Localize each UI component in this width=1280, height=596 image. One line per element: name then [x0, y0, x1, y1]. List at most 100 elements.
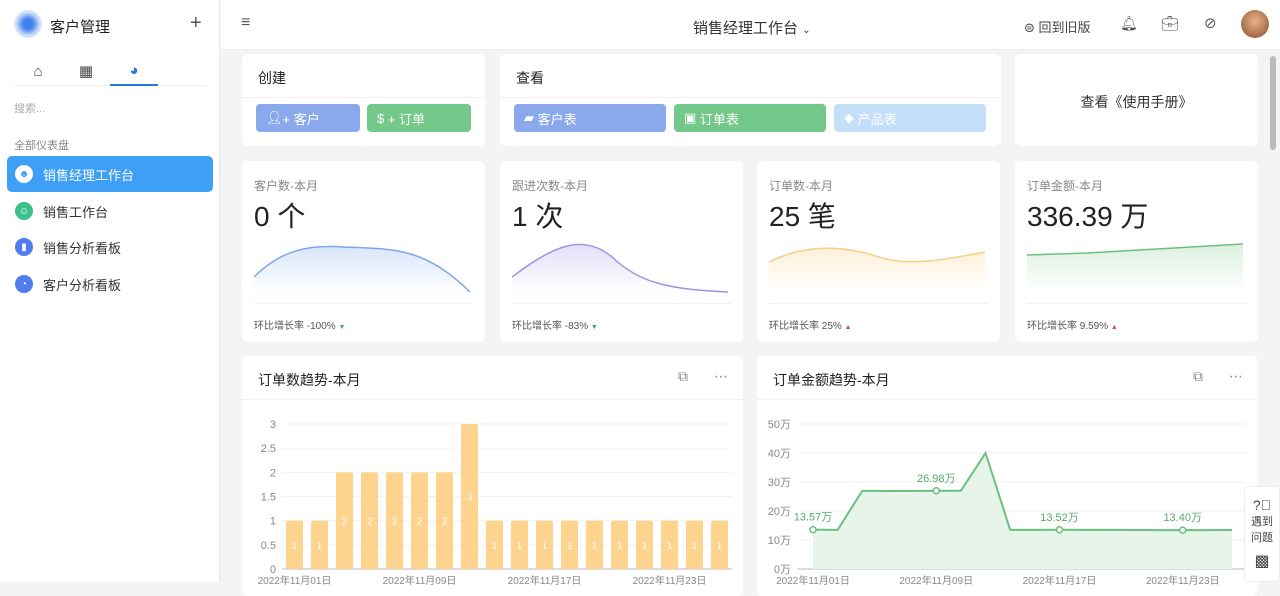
sidebar-item-sales[interactable]: ☺ 销售工作台: [7, 193, 213, 229]
y-tick-label: 50万: [768, 419, 791, 431]
data-label: 26.98万: [917, 473, 956, 485]
bar-label: 3: [467, 493, 473, 504]
create-order-button[interactable]: $ + 订单: [367, 104, 471, 132]
card-title: 查看: [516, 70, 544, 86]
app-name: 客户管理: [50, 19, 111, 36]
chevron-down-icon: ⌄: [802, 25, 811, 36]
stat-label: 跟进次数-本月: [512, 179, 588, 193]
growth-rate: 环比增长率 25% ▲: [769, 317, 852, 332]
smile-icon: ☺: [15, 202, 33, 220]
tab-table[interactable]: ▦: [62, 56, 110, 86]
compass-icon[interactable]: ⊘: [1204, 14, 1217, 32]
dashboard-title-dropdown[interactable]: 销售经理工作台 ⌄: [693, 17, 811, 38]
sparkline: [769, 247, 986, 293]
growth-text: 环比增长率 -100%: [254, 321, 336, 332]
button-label: 订单表: [699, 111, 739, 127]
create-customer-button[interactable]: 👤︎ + 客户: [256, 104, 360, 132]
y-tick-label: 0: [270, 564, 276, 576]
stat-card: 订单金额-本月 336.39 万 环比增长率 9.59% ▲: [1015, 161, 1258, 342]
bar-label: 1: [317, 541, 323, 552]
growth-rate: 环比增长率 9.59% ▲: [1027, 317, 1118, 332]
bell-icon[interactable]: 🔔︎: [1120, 15, 1138, 32]
briefcase-icon[interactable]: 💼︎: [1161, 15, 1179, 32]
sidebar-item-sales-analysis[interactable]: ▮ 销售分析看板: [7, 229, 213, 265]
bar-label: 1: [592, 541, 598, 552]
data-label: 13.52万: [1040, 512, 1079, 524]
x-tick-label: 2022年11月17日: [508, 574, 582, 587]
scrollbar[interactable]: [1270, 56, 1276, 150]
question-icon: ?⃝: [1252, 497, 1272, 513]
product-table-button[interactable]: ◆ 产品表: [834, 104, 986, 132]
sidebar-item-customer-analysis[interactable]: ◔ 客户分析看板: [7, 266, 213, 302]
bar-label: 1: [567, 541, 573, 552]
manual-link[interactable]: 查看《使用手册》: [1015, 92, 1258, 112]
sidebar: 客户管理 + ⌂ ▦ ◕ 搜索... 全部仪表盘 ☻ 销售经理工作台 ☺ 销售工作台…: [0, 0, 220, 582]
tag-icon: ◆: [844, 110, 858, 125]
growth-text: 环比增长率 -83%: [512, 321, 589, 332]
back-icon: ⊜: [1024, 20, 1035, 35]
sidebar-item-manager[interactable]: ☻ 销售经理工作台: [7, 156, 213, 192]
manual-card[interactable]: 查看《使用手册》: [1015, 54, 1258, 146]
help-label: 问题: [1251, 532, 1273, 544]
view-card: 查看 ▰ 客户表 ▣ 订单表 ◆ 产品表: [500, 54, 1001, 146]
app-logo: [14, 10, 42, 38]
stat-label: 订单数-本月: [769, 179, 833, 193]
arrow-up-icon: ▲: [844, 324, 852, 331]
tab-home[interactable]: ⌂: [14, 56, 62, 86]
data-point: [932, 487, 940, 495]
add-user-icon: 👤︎: [266, 110, 283, 125]
bar-label: 1: [492, 541, 498, 552]
arrow-down-icon: ▼: [338, 324, 346, 331]
card-title: 创建: [258, 70, 286, 86]
y-tick-label: 1.5: [261, 492, 276, 504]
folder-icon: ▰: [524, 110, 538, 125]
x-tick-label: 2022年11月09日: [383, 574, 457, 587]
y-tick-label: 10万: [768, 535, 791, 547]
menu-icon[interactable]: ≡: [241, 14, 250, 32]
y-tick-label: 0.5: [261, 540, 276, 552]
sparkline: [512, 243, 729, 293]
growth-rate: 环比增长率 -83% ▼: [512, 317, 598, 332]
qr-code-icon[interactable]: ▩: [1245, 551, 1279, 571]
sparkline: [254, 245, 471, 293]
bar-label: 2: [392, 517, 398, 528]
stat-card: 订单数-本月 25 笔 环比增长率 25% ▲: [757, 161, 1000, 342]
add-button[interactable]: +: [190, 12, 202, 35]
bar-label: 1: [542, 541, 548, 552]
bar-label: 1: [717, 541, 723, 552]
stat-value: 0 个: [254, 201, 306, 232]
y-tick-label: 2.5: [261, 443, 276, 455]
briefcase-icon: ▣: [684, 110, 700, 125]
arrow-down-icon: ▼: [590, 324, 598, 331]
y-tick-label: 2: [270, 467, 276, 479]
bar-label: 1: [292, 541, 298, 552]
sidebar-item-label: 销售分析看板: [43, 240, 122, 256]
data-point: [1178, 526, 1187, 534]
button-label: 客户表: [537, 111, 577, 127]
tab-dashboard[interactable]: ◕: [110, 56, 158, 86]
stat-card: 客户数-本月 0 个 环比增长率 -100% ▼: [242, 161, 485, 342]
data-label: 13.57万: [794, 512, 833, 524]
table-icon: ▦: [78, 63, 94, 80]
y-tick-label: 0万: [774, 564, 791, 576]
avatar[interactable]: [1241, 10, 1269, 38]
y-tick-label: 20万: [768, 506, 791, 518]
order-table-button[interactable]: ▣ 订单表: [674, 104, 826, 132]
sidebar-item-label: 销售经理工作台: [43, 167, 135, 183]
bar-label: 1: [517, 541, 523, 552]
button-label: + 订单: [387, 111, 426, 127]
stat-value: 1 次: [512, 201, 564, 232]
search-input[interactable]: 搜索...: [14, 100, 45, 116]
y-tick-label: 40万: [768, 448, 791, 460]
line-chart: 0万 10万 20万 30万 40万 50万 13.57万 26.98万 13.52万 13.40…: [768, 419, 1247, 587]
stat-label: 订单金额-本月: [1027, 179, 1103, 193]
pie-chart-icon: ◔: [15, 275, 33, 293]
dollar-icon: $: [377, 110, 388, 126]
help-widget[interactable]: ?⃝ 遇到 问题 ▩: [1244, 486, 1280, 582]
data-point: [809, 525, 817, 534]
back-old-version-button[interactable]: ⊜ 回到旧版: [1024, 17, 1091, 36]
x-tick-label: 2022年11月23日: [1146, 574, 1220, 587]
customer-table-button[interactable]: ▰ 客户表: [514, 104, 666, 132]
bar-chart: 0 0.5 1 1.5 2 2.5 3 1 1 2 2 2 2 2 3 1 1 1 1 1 1 1 1 1 1 2022年11月0…: [258, 419, 732, 587]
order-count-chart-card: 订单数趋势-本月 ⧉ ⋯ 0 0.5 1 1.5 2 2.5 3 1 1 2 2 2 2 2 3 1 1 1 1 1 1 1 1…: [242, 356, 743, 596]
